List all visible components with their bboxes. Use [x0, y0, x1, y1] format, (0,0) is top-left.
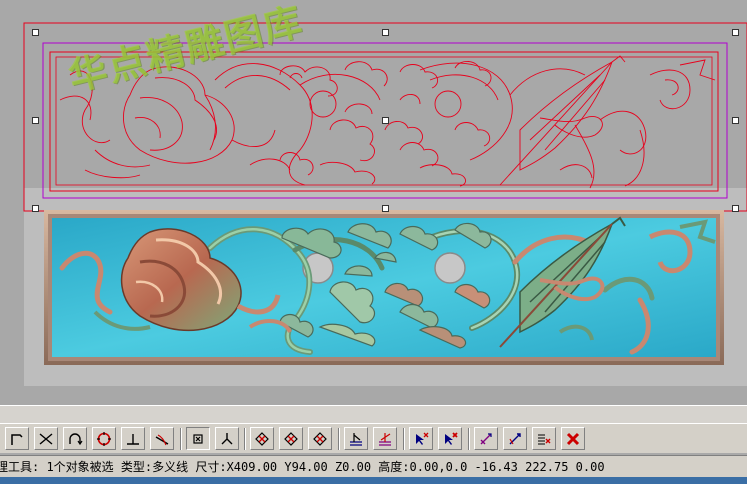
toolbar-button-cursor-x-red[interactable] — [438, 427, 462, 450]
diamond-x-3-icon — [313, 431, 327, 446]
toolbar-separator — [244, 428, 246, 450]
edit-toolbar — [0, 423, 747, 453]
perpendicular-icon — [127, 433, 139, 445]
toolbar-separator — [403, 428, 405, 450]
toolbar-button-list-x[interactable] — [532, 427, 556, 450]
measure-arrow-2-icon — [509, 432, 521, 444]
drawing-workspace[interactable]: 华点精雕图库 — [0, 0, 747, 405]
toolbar-button-delete[interactable] — [561, 427, 585, 450]
measure-arrow-icon — [480, 432, 492, 444]
selection-handle-middle-left[interactable] — [32, 117, 39, 124]
list-x-icon — [538, 434, 551, 444]
selection-handle-bottom-center[interactable] — [382, 205, 389, 212]
baseline-align-icon — [350, 432, 362, 446]
selection-handle-middle-right[interactable] — [732, 117, 739, 124]
toolbar-button-cursor-x[interactable] — [409, 427, 433, 450]
horizontal-scroll-area[interactable] — [0, 405, 747, 424]
arc-icon — [69, 432, 83, 445]
toolbar-button-arc[interactable] — [63, 427, 87, 450]
relief-render[interactable] — [44, 210, 724, 365]
toolbar-button-circle-target[interactable] — [92, 427, 116, 450]
toolbar-button-node-split[interactable] — [215, 427, 239, 450]
toolbar-separator — [180, 428, 182, 450]
toolbar-button-diamond-x-1[interactable] — [250, 427, 274, 450]
diamond-x-2-icon — [284, 431, 298, 446]
cursor-x-red-icon — [445, 431, 458, 445]
selection-handle-bottom-right[interactable] — [732, 205, 739, 212]
status-text: 理工具: 1个对象被选 类型:多义线 尺寸:X409.00 Y94.00 Z0.… — [0, 460, 605, 474]
taskbar-edge — [0, 477, 747, 484]
node-split-icon — [221, 432, 233, 444]
toolbar-button-measure-arrow[interactable] — [474, 427, 498, 450]
toolbar-button-polyline-corner[interactable] — [5, 427, 29, 450]
line-intersect-icon — [39, 432, 53, 445]
selection-handle-center[interactable] — [382, 117, 389, 124]
toolbar-button-perpendicular[interactable] — [121, 427, 145, 450]
selection-handle-bottom-left[interactable] — [32, 205, 39, 212]
diamond-x-icon — [255, 431, 269, 446]
toolbar-separator — [468, 428, 470, 450]
status-bar: 理工具: 1个对象被选 类型:多义线 尺寸:X409.00 Y94.00 Z0.… — [0, 455, 747, 477]
delete-x-icon — [566, 432, 580, 445]
toolbar-button-line-intersect[interactable] — [34, 427, 58, 450]
circle-target-icon — [97, 431, 111, 446]
point-snap-icon — [193, 433, 203, 444]
selection-handle-top-center[interactable] — [382, 29, 389, 36]
toolbar-separator — [338, 428, 340, 450]
baseline-align-2-icon — [379, 432, 391, 446]
selection-handle-top-left[interactable] — [32, 29, 39, 36]
toolbar-button-tangent[interactable] — [150, 427, 174, 450]
toolbar-button-baseline-align-2[interactable] — [373, 427, 397, 450]
toolbar-button-diamond-x-2[interactable] — [279, 427, 303, 450]
polyline-corner-icon — [11, 433, 23, 445]
selection-handle-top-right[interactable] — [732, 29, 739, 36]
tangent-icon — [155, 433, 169, 445]
toolbar-button-baseline-align[interactable] — [344, 427, 368, 450]
toolbar-button-point-snap[interactable] — [186, 427, 210, 450]
cursor-x-icon — [416, 432, 429, 445]
toolbar-button-diamond-x-3[interactable] — [308, 427, 332, 450]
toolbar-button-measure-arrow-2[interactable] — [503, 427, 527, 450]
